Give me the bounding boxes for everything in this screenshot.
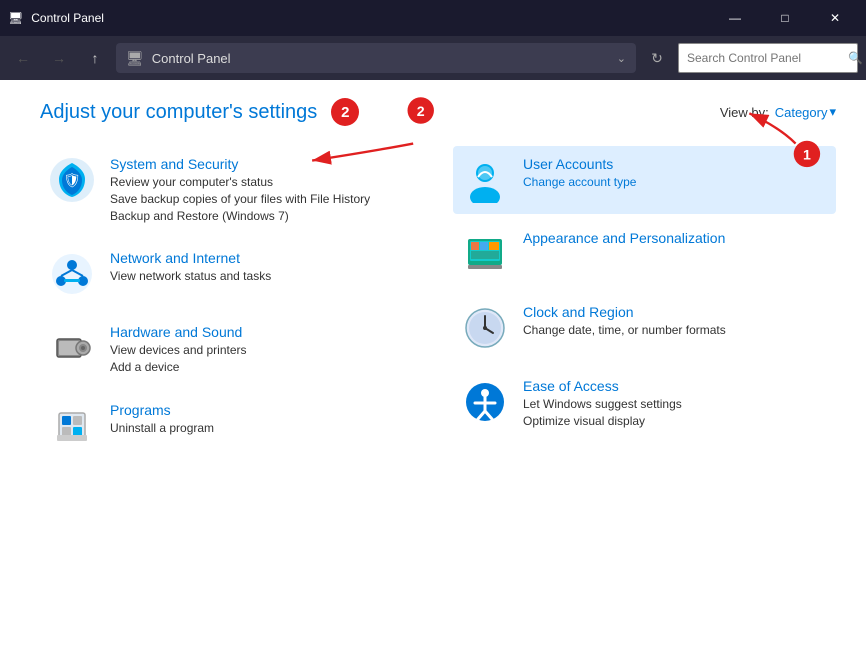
ease-access-sub: Let Windows suggest settingsOptimize vis… xyxy=(523,396,682,430)
view-by-dropdown[interactable]: Category ▾ xyxy=(775,104,836,120)
address-chevron-icon: ⌄ xyxy=(617,52,626,65)
maximize-button[interactable]: □ xyxy=(762,0,808,36)
nav-bar: ← → ↑ 🖥 Control Panel ⌄ ↻ 🔍 xyxy=(0,36,866,80)
network-internet-text: Network and Internet View network status… xyxy=(110,250,271,285)
address-bar[interactable]: 🖥 Control Panel ⌄ xyxy=(116,43,636,73)
programs-item[interactable]: Programs Uninstall a program xyxy=(40,392,423,460)
app-icon: 🖥 xyxy=(8,11,23,25)
clock-region-title[interactable]: Clock and Region xyxy=(523,304,726,320)
ease-access-icon xyxy=(461,378,509,426)
system-security-sub: Review your computer's status Save backu… xyxy=(110,174,370,224)
ease-access-text: Ease of Access Let Windows suggest setti… xyxy=(523,378,682,430)
appearance-text: Appearance and Personalization xyxy=(523,230,725,246)
svg-text:🛡: 🛡 xyxy=(63,172,81,188)
hardware-sound-icon xyxy=(48,324,96,372)
change-account-type-link[interactable]: Change account type xyxy=(523,175,636,189)
close-button[interactable]: ✕ xyxy=(812,0,858,36)
hardware-sound-text: Hardware and Sound View devices and prin… xyxy=(110,324,247,376)
annotation-badge-2: 2 xyxy=(331,98,359,126)
programs-icon xyxy=(48,402,96,450)
search-icon: 🔍 xyxy=(848,51,863,65)
title-bar: 🖥 Control Panel — □ ✕ xyxy=(0,0,866,36)
network-internet-item[interactable]: Network and Internet View network status… xyxy=(40,240,423,308)
system-security-text: System and Security Review your computer… xyxy=(110,156,370,224)
up-button[interactable]: ↑ xyxy=(80,43,110,73)
system-security-title[interactable]: System and Security xyxy=(110,156,370,172)
ease-access-title[interactable]: Ease of Access xyxy=(523,378,682,394)
minimize-button[interactable]: — xyxy=(712,0,758,36)
clock-region-item[interactable]: Clock and Region Change date, time, or n… xyxy=(453,294,836,362)
network-internet-icon xyxy=(48,250,96,298)
content-header: Adjust your computer's settings 2 View b… xyxy=(0,80,866,136)
user-accounts-sub: Change account type xyxy=(523,174,636,191)
programs-sub: Uninstall a program xyxy=(110,420,214,437)
user-accounts-icon xyxy=(461,156,509,204)
appearance-title[interactable]: Appearance and Personalization xyxy=(523,230,725,246)
appearance-icon xyxy=(461,230,509,278)
network-internet-title[interactable]: Network and Internet xyxy=(110,250,271,266)
refresh-button[interactable]: ↻ xyxy=(642,43,672,73)
system-security-icon: 🛡 xyxy=(48,156,96,204)
system-security-item[interactable]: 🛡 System and Security Review your comput… xyxy=(40,146,423,234)
clock-region-text: Clock and Region Change date, time, or n… xyxy=(523,304,726,339)
right-column: User Accounts Change account type xyxy=(443,136,846,646)
search-input[interactable] xyxy=(687,51,842,65)
appearance-item[interactable]: Appearance and Personalization xyxy=(453,220,836,288)
hardware-sound-item[interactable]: Hardware and Sound View devices and prin… xyxy=(40,314,423,386)
main-content: Adjust your computer's settings 2 View b… xyxy=(0,80,866,646)
network-internet-sub: View network status and tasks xyxy=(110,268,271,285)
hardware-sound-title[interactable]: Hardware and Sound xyxy=(110,324,247,340)
categories-columns: 🛡 System and Security Review your comput… xyxy=(0,136,866,646)
ease-access-item[interactable]: Ease of Access Let Windows suggest setti… xyxy=(453,368,836,440)
window-title: Control Panel xyxy=(31,11,712,25)
programs-text: Programs Uninstall a program xyxy=(110,402,214,437)
user-accounts-text: User Accounts Change account type xyxy=(523,156,636,191)
window-controls: — □ ✕ xyxy=(712,0,858,36)
programs-title[interactable]: Programs xyxy=(110,402,214,418)
address-icon: 🖥 xyxy=(126,50,144,67)
page-title: Adjust your computer's settings xyxy=(40,101,317,124)
clock-region-sub: Change date, time, or number formats xyxy=(523,322,726,339)
forward-button[interactable]: → xyxy=(44,43,74,73)
address-text: Control Panel xyxy=(152,51,609,66)
back-button[interactable]: ← xyxy=(8,43,38,73)
view-by-label: View by: xyxy=(720,105,769,120)
user-accounts-title[interactable]: User Accounts xyxy=(523,156,636,172)
view-by-chevron-icon: ▾ xyxy=(829,104,836,120)
view-by: View by: Category ▾ xyxy=(720,104,836,120)
search-bar[interactable]: 🔍 xyxy=(678,43,858,73)
user-accounts-item[interactable]: User Accounts Change account type xyxy=(453,146,836,214)
hardware-sound-sub: View devices and printersAdd a device xyxy=(110,342,247,376)
clock-region-icon xyxy=(461,304,509,352)
left-column: 🛡 System and Security Review your comput… xyxy=(20,136,443,646)
